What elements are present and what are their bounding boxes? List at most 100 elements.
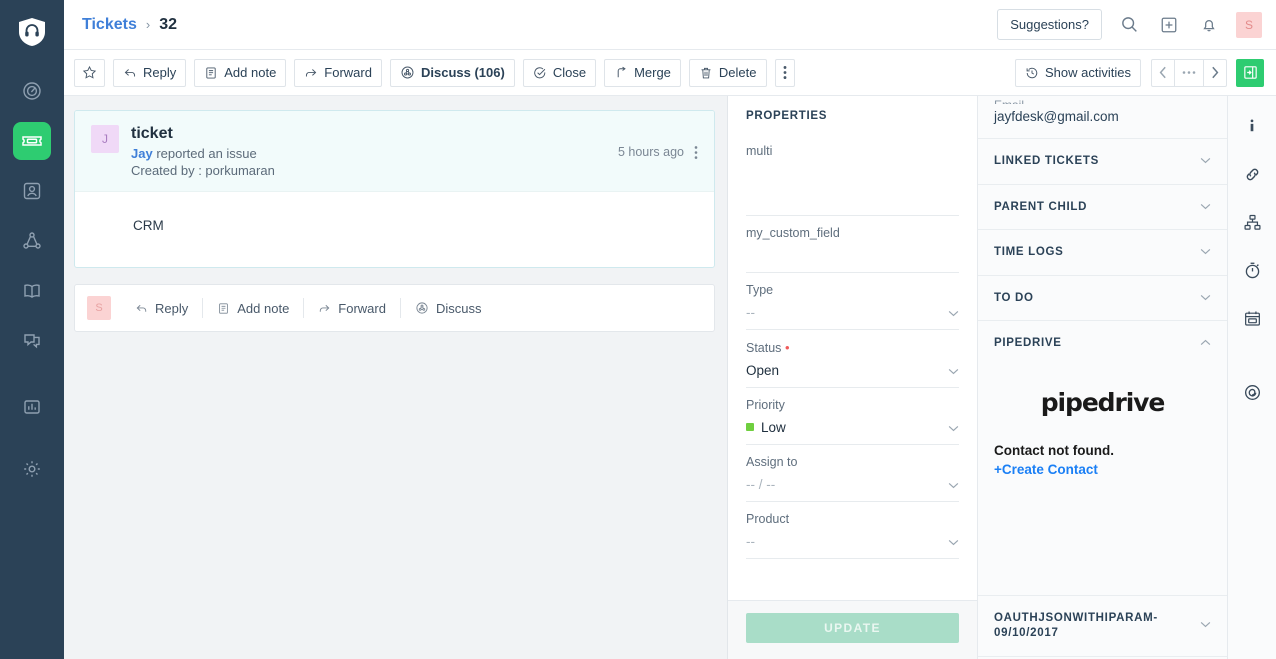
field-multi[interactable]: multi bbox=[746, 144, 959, 216]
discuss-button-label: Discuss (106) bbox=[421, 65, 505, 80]
discuss-button[interactable]: Discuss (106) bbox=[390, 59, 515, 87]
chevron-down-icon bbox=[1200, 203, 1211, 210]
contact-card-icon bbox=[22, 181, 42, 201]
show-activities-button[interactable]: Show activities bbox=[1015, 59, 1141, 87]
sidebar-item-chat[interactable] bbox=[13, 322, 51, 360]
collapse-panel-button[interactable] bbox=[1236, 59, 1264, 87]
right-icon-rail bbox=[1228, 96, 1276, 659]
reply-button[interactable]: Reply bbox=[113, 59, 186, 87]
body-split: J ticket Jay reported an issue Created b… bbox=[64, 96, 1276, 659]
message-subject: ticket bbox=[131, 125, 606, 143]
reply-action[interactable]: Reply bbox=[121, 298, 203, 318]
required-asterisk: • bbox=[781, 340, 789, 355]
reply-arrow-icon bbox=[135, 302, 148, 315]
chevron-left-icon bbox=[1159, 66, 1167, 79]
update-button[interactable]: UPDATE bbox=[746, 613, 959, 643]
breadcrumb-separator: › bbox=[146, 17, 150, 32]
delete-button[interactable]: Delete bbox=[689, 59, 767, 87]
sidebar-item-knowledge-base[interactable] bbox=[13, 272, 51, 310]
discuss-icon bbox=[415, 301, 429, 315]
collapse-panel-icon bbox=[1243, 65, 1258, 80]
ticket-pager bbox=[1151, 59, 1227, 87]
contact-email-field: Email jayfdesk@gmail.com bbox=[978, 96, 1227, 139]
left-nav-rail bbox=[0, 0, 64, 659]
pipedrive-logo: pipedrive bbox=[994, 388, 1211, 417]
notifications-button[interactable] bbox=[1196, 12, 1222, 38]
field-my-custom-field[interactable]: my_custom_field bbox=[746, 226, 959, 273]
forward-action-label: Forward bbox=[338, 301, 386, 316]
close-button[interactable]: Close bbox=[523, 59, 596, 87]
top-header: Tickets › 32 Suggestions? bbox=[64, 0, 1276, 50]
breadcrumb-tickets-link[interactable]: Tickets bbox=[82, 16, 137, 34]
accordion-oauthjsonwithiparam[interactable]: OAUTHJSONWITHIPARAM-09/10/2017 bbox=[978, 596, 1227, 657]
add-note-button[interactable]: Add note bbox=[194, 59, 286, 87]
star-button[interactable] bbox=[74, 59, 105, 87]
search-button[interactable] bbox=[1116, 12, 1142, 38]
info-tab[interactable] bbox=[1236, 110, 1268, 142]
more-actions-button[interactable] bbox=[775, 59, 795, 87]
linked-tickets-tab[interactable] bbox=[1236, 158, 1268, 190]
merge-icon bbox=[614, 66, 628, 80]
sidebar-item-automations[interactable] bbox=[13, 222, 51, 260]
parent-child-tab[interactable] bbox=[1236, 206, 1268, 238]
accordion-linked-tickets[interactable]: LINKED TICKETS bbox=[978, 139, 1227, 185]
field-priority-label: Priority bbox=[746, 398, 959, 412]
to-do-tab[interactable] bbox=[1236, 302, 1268, 334]
plus-box-icon bbox=[1160, 16, 1178, 34]
contact-email-label: Email bbox=[994, 98, 1211, 104]
speedometer-icon bbox=[22, 81, 42, 101]
message-author[interactable]: Jay bbox=[131, 146, 153, 161]
message-menu-button[interactable] bbox=[694, 145, 698, 162]
properties-footer: UPDATE bbox=[728, 600, 977, 659]
message-header: J ticket Jay reported an issue Created b… bbox=[75, 111, 714, 192]
chevron-right-icon bbox=[1211, 66, 1219, 79]
user-avatar[interactable]: S bbox=[1236, 12, 1262, 38]
bar-chart-icon bbox=[22, 397, 42, 417]
sidebar-item-contacts[interactable] bbox=[13, 172, 51, 210]
forward-button[interactable]: Forward bbox=[294, 59, 382, 87]
merge-button[interactable]: Merge bbox=[604, 59, 681, 87]
right-info-panel: Email jayfdesk@gmail.com LINKED TICKETS … bbox=[978, 96, 1228, 659]
field-priority[interactable]: Priority Low bbox=[746, 398, 959, 445]
accordion-time-logs[interactable]: TIME LOGS bbox=[978, 230, 1227, 276]
ticket-list-button[interactable] bbox=[1174, 59, 1204, 87]
add-note-action[interactable]: Add note bbox=[203, 298, 304, 318]
time-logs-tab[interactable] bbox=[1236, 254, 1268, 286]
field-assign-to-value: -- / -- bbox=[746, 475, 959, 493]
contact-email-value[interactable]: jayfdesk@gmail.com bbox=[994, 109, 1211, 124]
forward-arrow-icon bbox=[304, 66, 318, 80]
pipedrive-tab[interactable] bbox=[1236, 376, 1268, 408]
prev-ticket-button[interactable] bbox=[1151, 59, 1175, 87]
field-multi-label: multi bbox=[746, 144, 959, 158]
chat-icon bbox=[22, 331, 42, 351]
add-button[interactable] bbox=[1156, 12, 1182, 38]
field-product[interactable]: Product -- bbox=[746, 512, 959, 559]
field-assign-to[interactable]: Assign to -- / -- bbox=[746, 455, 959, 502]
sidebar-item-reports[interactable] bbox=[13, 388, 51, 426]
sidebar-item-settings[interactable] bbox=[13, 450, 51, 488]
main-area: Tickets › 32 Suggestions? bbox=[64, 0, 1276, 659]
accordion-to-do-label: TO DO bbox=[994, 291, 1200, 307]
sidebar-item-tickets[interactable] bbox=[13, 122, 51, 160]
sidebar-item-dashboard[interactable] bbox=[13, 72, 51, 110]
app-logo[interactable] bbox=[10, 10, 54, 54]
breadcrumb-current: 32 bbox=[159, 16, 177, 34]
forward-action[interactable]: Forward bbox=[304, 298, 401, 318]
accordion-pipedrive[interactable]: PIPEDRIVE bbox=[978, 321, 1227, 366]
accordion-parent-child-label: PARENT CHILD bbox=[994, 200, 1200, 216]
app-root: Tickets › 32 Suggestions? bbox=[0, 0, 1276, 659]
reply-arrow-icon bbox=[123, 66, 137, 80]
discuss-action[interactable]: Discuss bbox=[401, 298, 496, 318]
reply-action-label: Reply bbox=[155, 301, 188, 316]
accordion-pipedrive-label: PIPEDRIVE bbox=[994, 336, 1200, 352]
breadcrumb: Tickets › 32 bbox=[82, 16, 177, 34]
pipedrive-create-contact-link[interactable]: +Create Contact bbox=[994, 462, 1211, 477]
suggestions-button[interactable]: Suggestions? bbox=[997, 9, 1102, 40]
hierarchy-icon bbox=[1243, 213, 1262, 232]
next-ticket-button[interactable] bbox=[1203, 59, 1227, 87]
field-status[interactable]: Status • Open bbox=[746, 340, 959, 388]
field-type[interactable]: Type -- bbox=[746, 283, 959, 330]
accordion-parent-child[interactable]: PARENT CHILD bbox=[978, 185, 1227, 231]
accordion-to-do[interactable]: TO DO bbox=[978, 276, 1227, 322]
field-type-label: Type bbox=[746, 283, 959, 297]
